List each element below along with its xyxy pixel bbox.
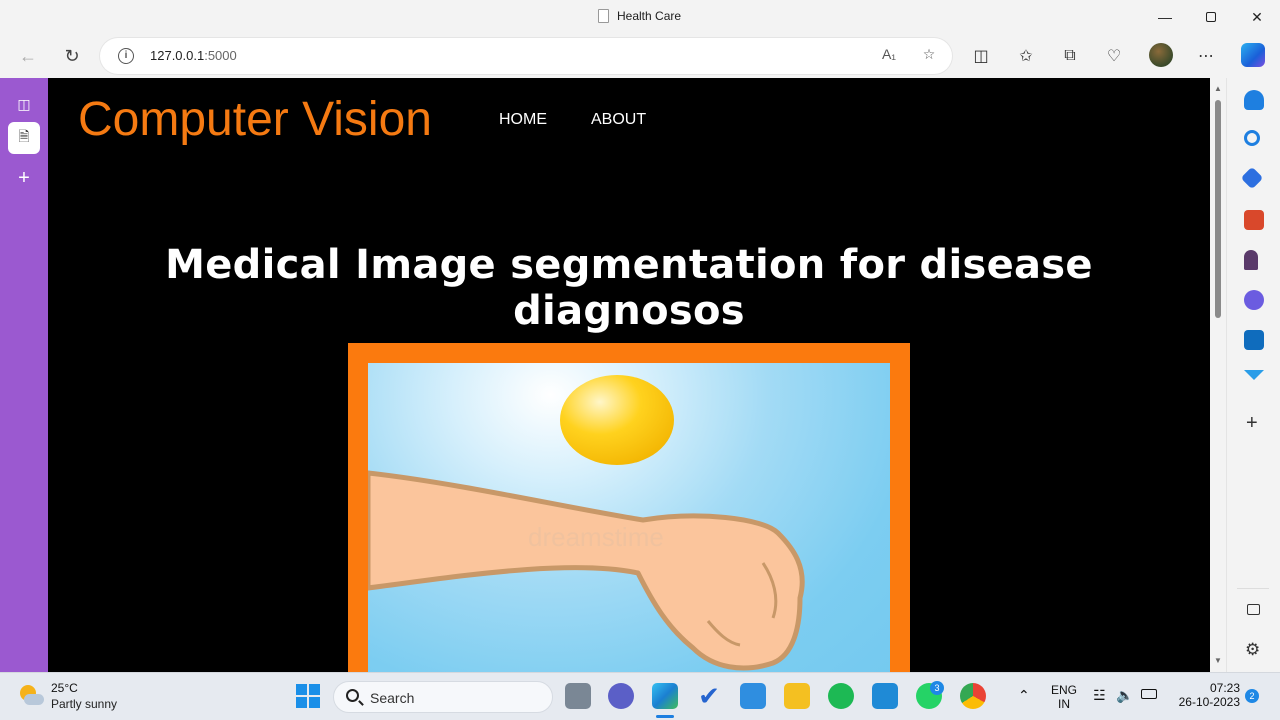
maximize-button[interactable] [1191, 6, 1231, 28]
read-aloud-icon[interactable]: A₁ [878, 46, 900, 66]
taskbar-search-label: Search [370, 690, 415, 706]
teams-chat-icon[interactable] [608, 683, 634, 709]
search-icon [346, 689, 359, 702]
page-scrollbar[interactable]: ▲ ▼ [1210, 78, 1226, 672]
weather-temperature[interactable]: 25°C [51, 681, 78, 695]
hide-sidebar-icon[interactable] [1247, 604, 1260, 615]
tools-icon[interactable] [1244, 210, 1264, 230]
site-info-icon[interactable]: i [118, 48, 134, 64]
refresh-button[interactable]: ↻ [57, 42, 87, 70]
page-headline: Medical Image segmentation for disease d… [165, 242, 1093, 334]
site-brand[interactable]: Computer Vision [78, 92, 432, 147]
vertical-tab-strip: ◫ 🗎 + [0, 78, 48, 672]
arm-illustration: dreamstime [368, 375, 805, 671]
language-indicator[interactable]: ENG IN [1050, 683, 1078, 711]
close-button[interactable]: ✕ [1237, 6, 1277, 28]
profile-avatar[interactable] [1149, 43, 1173, 67]
task-view-icon[interactable] [565, 683, 591, 709]
window-title-text: Health Care [617, 9, 682, 23]
scroll-down-icon[interactable]: ▼ [1213, 656, 1223, 665]
tab-actions-icon[interactable]: ◫ [8, 88, 40, 120]
chrome-icon[interactable] [960, 683, 986, 709]
medical-image: dreamstime [368, 363, 890, 672]
collections-button[interactable]: ⧉ [1055, 42, 1085, 70]
edge-sidebar: + ⚙ [1226, 78, 1280, 672]
new-tab-button[interactable]: + [8, 162, 40, 194]
active-app-indicator [656, 715, 674, 718]
search-icon[interactable] [1244, 130, 1260, 146]
minimize-button[interactable]: — [1145, 6, 1185, 28]
settings-gear-icon[interactable]: ⚙ [1245, 640, 1260, 660]
sidebar-divider [1237, 588, 1269, 589]
copilot-icon[interactable] [1241, 43, 1265, 67]
watermark-text: dreamstime [528, 522, 664, 552]
volume-muted-icon[interactable]: 🔈 [1116, 687, 1133, 704]
todo-check-icon[interactable]: ✔ [696, 683, 722, 709]
games-icon[interactable] [1244, 250, 1258, 270]
start-windows-icon[interactable] [295, 683, 321, 709]
window-title: Health Care [598, 9, 681, 23]
whatsapp-unread-badge: 3 [930, 681, 944, 695]
address-bar[interactable]: i 127.0.0.1:5000 A₁ ☆ [100, 38, 952, 74]
file-explorer-icon[interactable] [784, 683, 810, 709]
scroll-thumb[interactable] [1215, 100, 1221, 318]
yellow-spot [560, 375, 674, 465]
shopping-tag-icon[interactable] [1240, 166, 1264, 190]
document-icon [598, 9, 609, 23]
weather-partly-sunny-icon[interactable] [18, 683, 44, 709]
notifications-bell-icon[interactable] [1244, 90, 1264, 110]
vscode-icon[interactable] [872, 683, 898, 709]
back-button[interactable]: ← [13, 42, 43, 70]
edge-browser-icon[interactable] [652, 683, 678, 709]
scroll-up-icon[interactable]: ▲ [1213, 84, 1223, 93]
weather-description[interactable]: Partly sunny [51, 697, 117, 711]
outlook-icon[interactable] [1244, 330, 1264, 350]
notification-count-badge[interactable]: 2 [1245, 689, 1259, 703]
nav-home-link[interactable]: HOME [499, 111, 547, 129]
taskbar-search-input[interactable]: Search [333, 681, 553, 713]
wifi-icon[interactable]: ☳ [1093, 687, 1106, 704]
battery-icon[interactable] [1141, 689, 1157, 699]
add-sidebar-app-button[interactable]: + [1246, 412, 1258, 435]
taskbar: 25°C Partly sunny Search ✔ 3 ⌃ ENG IN ☳ … [0, 672, 1280, 720]
toolbar: ← ↻ i 127.0.0.1:5000 A₁ ☆ ◫ ✩ ⧉ ♡ ⋯ [0, 34, 1280, 78]
nav-about-link[interactable]: ABOUT [591, 111, 646, 129]
spotify-icon[interactable] [828, 683, 854, 709]
browser-essentials-button[interactable]: ♡ [1099, 42, 1129, 70]
office-icon[interactable] [1244, 290, 1264, 310]
favorites-button[interactable]: ✩ [1011, 42, 1041, 70]
arm-shape [368, 470, 805, 671]
image-frame: dreamstime [348, 343, 910, 672]
split-screen-button[interactable]: ◫ [966, 42, 996, 70]
favorite-star-icon[interactable]: ☆ [918, 46, 940, 66]
active-tab-page-icon[interactable]: 🗎 [8, 122, 40, 154]
page-viewport: Computer Vision HOME ABOUT Medical Image… [48, 78, 1210, 672]
url-text[interactable]: 127.0.0.1:5000 [150, 48, 237, 63]
title-bar: Health Care — ✕ [0, 0, 1280, 34]
microsoft-store-icon[interactable] [740, 683, 766, 709]
clock[interactable]: 07:23 26-10-2023 [1168, 681, 1240, 709]
more-options-button[interactable]: ⋯ [1191, 42, 1221, 70]
show-hidden-icons-chevron-icon[interactable]: ⌃ [1018, 687, 1030, 704]
drop-send-icon[interactable] [1244, 370, 1264, 380]
